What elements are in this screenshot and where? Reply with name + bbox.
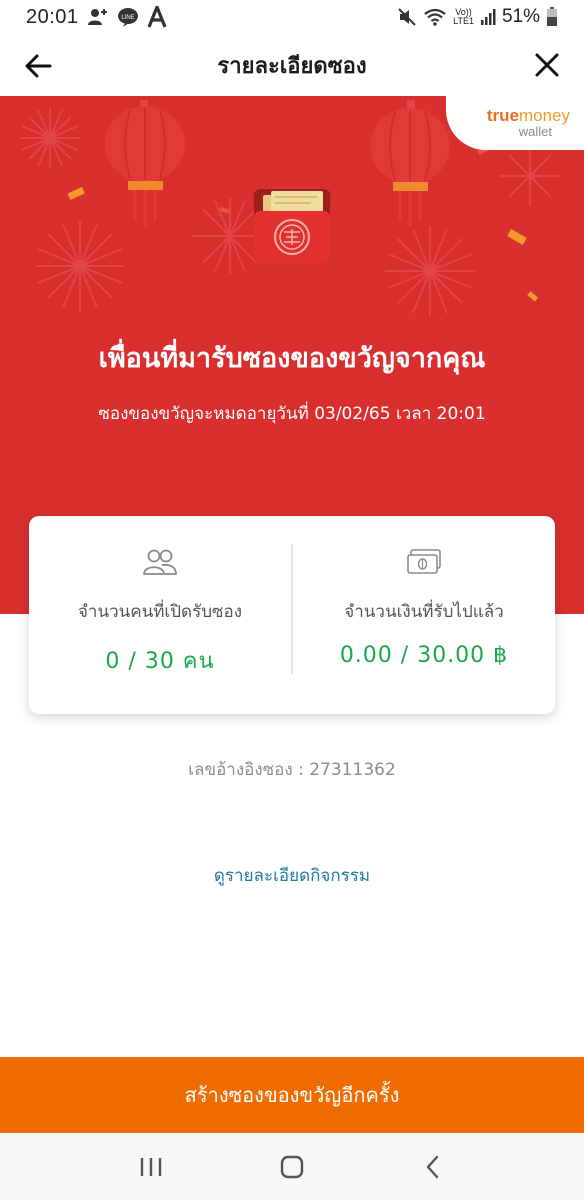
recent-apps-button[interactable] [131, 1147, 171, 1187]
add-contact-icon [87, 7, 109, 27]
money-stat-value: 0.00 / 30.00 ฿ [339, 643, 509, 668]
banknote-icon [406, 546, 442, 578]
lte-text: LTE1 [453, 16, 474, 26]
arrow-left-icon [25, 54, 52, 78]
status-bar: 20:01 LINE Vo)) LTE1 51% [0, 0, 584, 34]
status-time: 20:01 [26, 5, 79, 28]
android-nav-bar [0, 1133, 584, 1200]
volte-icon: Vo)) LTE1 [453, 8, 474, 26]
home-button[interactable] [272, 1147, 312, 1187]
back-button[interactable] [22, 50, 54, 82]
line-app-icon: LINE [117, 7, 139, 27]
view-activity-link[interactable]: ดูรายละเอียดกิจกรรม [0, 862, 584, 889]
battery-percent: 51% [501, 6, 540, 27]
brand-true-text: true [486, 106, 519, 125]
close-button[interactable] [532, 50, 562, 80]
signal-icon [480, 8, 496, 26]
wifi-icon [423, 7, 447, 27]
lantern-right [370, 100, 450, 226]
status-right: Vo)) LTE1 51% [397, 6, 558, 28]
back-nav-button[interactable] [413, 1147, 453, 1187]
people-icon [142, 546, 178, 578]
recent-apps-icon [140, 1157, 161, 1176]
reference-number: 27311362 [309, 760, 396, 780]
red-envelope-icon [254, 189, 330, 263]
money-stat-label: จำนวนเงินที่รับไปแล้ว [344, 602, 504, 622]
app-header: รายละเอียดซอง [0, 34, 584, 96]
brand-money-text: money [518, 106, 570, 125]
brand-wallet-text: wallet [518, 124, 552, 139]
money-stat: จำนวนเงินที่รับไปแล้ว 0.00 / 30.00 ฿ [293, 516, 555, 714]
stats-card: จำนวนคนที่เปิดรับซอง 0 / 30 คน จำนวนเงิน… [29, 516, 555, 714]
battery-icon [546, 7, 558, 27]
mute-icon [397, 7, 417, 27]
people-stat: จำนวนคนที่เปิดรับซอง 0 / 30 คน [29, 516, 291, 714]
reference-number-line: เลขอ้างอิงซอง : 27311362 [0, 756, 584, 783]
truemoney-wallet-logo: truemoney wallet [446, 96, 584, 150]
people-stat-label: จำนวนคนที่เปิดรับซอง [77, 602, 243, 622]
svg-text:LINE: LINE [121, 15, 134, 21]
a-app-icon [147, 6, 167, 28]
back-icon [427, 1155, 439, 1178]
brand-name: truemoney [487, 107, 570, 125]
banner-title: เพื่อนที่มารับซองของขวัญจากคุณ [98, 343, 486, 374]
close-icon [535, 53, 559, 77]
status-left: 20:01 LINE [26, 6, 167, 29]
reference-label: เลขอ้างอิงซอง : [188, 760, 304, 780]
page-title: รายละเอียดซอง [217, 53, 367, 79]
people-stat-value: 0 / 30 คน [105, 649, 215, 674]
lantern-left [105, 100, 185, 226]
home-icon [280, 1155, 304, 1178]
expiry-text: ซองของขวัญจะหมดอายุวันที่ 03/02/65 เวลา … [98, 404, 486, 424]
create-envelope-again-button[interactable]: สร้างซองของขวัญอีกครั้ง [0, 1057, 584, 1133]
